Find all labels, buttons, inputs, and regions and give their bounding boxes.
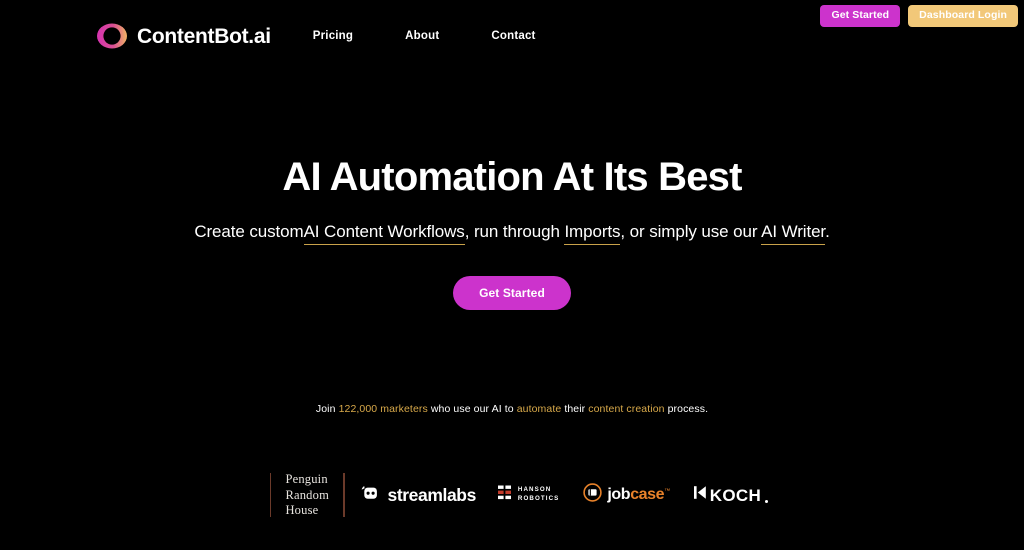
social-proof-text-4: process. [664,403,709,415]
social-proof-text-2: who use our AI to [427,403,517,415]
koch-period-mark [765,500,769,504]
koch-bars-icon [693,485,707,505]
auth-button-group: Get Started Dashboard Login [820,5,1018,27]
social-proof-text-1: Join [315,403,339,415]
streamlabs-icon [361,483,381,508]
jobcase-circle-icon [583,483,603,507]
ring-gradient-icon [96,20,128,52]
nav-item-about[interactable]: About [405,30,439,42]
logo-jobcase: jobcase™ [583,483,670,507]
logo-streamlabs: streamlabs [361,483,476,508]
social-proof-highlight-content-creation: content creation [588,403,665,415]
dashboard-login-button[interactable]: Dashboard Login [908,5,1018,27]
brand-name: ContentBot.ai [137,24,271,48]
get-started-top-button[interactable]: Get Started [820,5,901,27]
koch-name: KOCH [709,485,762,505]
landing-page: Get Started Dashboard Login ContentBot.a… [0,0,1024,550]
jobcase-trademark: ™ [664,489,670,496]
hero-link-ai-content-workflows[interactable]: AI Content Workflows [303,222,465,245]
social-proof-highlight-automate: automate [516,403,562,415]
prh-line-3: House [285,503,319,518]
hanson-grid-icon [497,485,513,505]
hero-sub-text-2: , run through [464,222,565,241]
prh-line-2: Random [285,487,329,502]
hanson-line-1: HANSON [517,486,552,494]
hero-get-started-button[interactable]: Get Started [453,276,571,311]
hero-sub-text-1: Create custom [194,222,304,241]
logo-penguin-random-house: Penguin Random House [285,472,329,519]
brand-logo[interactable]: ContentBot.ai [96,20,271,52]
hanson-line-2: ROBOTICS [517,495,560,503]
hero-link-ai-writer[interactable]: AI Writer [761,222,825,245]
nav-item-contact[interactable]: Contact [491,30,535,42]
streamlabs-name: streamlabs [387,484,477,505]
social-proof-count: 122,000 marketers [338,403,428,415]
hero-title: AI Automation At Its Best [282,155,742,199]
hero-sub-text-3: , or simply use our [620,222,762,241]
logo-hanson-robotics: HANSON ROBOTICS [497,485,560,505]
hero-cta-wrapper: Get Started [0,276,1024,311]
client-logo-strip: Penguin Random House streamlabs HANSON R… [0,472,1024,519]
jobcase-word-job: job [607,486,631,504]
hero-section: AI Automation At Its Best Create customA… [0,155,1024,311]
nav-item-pricing[interactable]: Pricing [313,30,353,42]
hero-subtitle: Create customAI Content Workflows, run t… [0,221,1024,245]
social-proof-text-3: their [561,403,589,415]
prh-line-1: Penguin [285,472,328,486]
logo-divider-left [269,473,272,518]
primary-nav: Pricing About Contact [313,30,536,42]
hero-sub-text-4: . [825,222,830,241]
logo-koch: KOCH [693,485,769,505]
logo-divider-middle [343,473,345,518]
social-proof-text: Join 122,000 marketers who use our AI to… [0,403,1024,417]
jobcase-word-case: case [630,486,665,504]
hero-link-imports[interactable]: Imports [564,222,621,245]
